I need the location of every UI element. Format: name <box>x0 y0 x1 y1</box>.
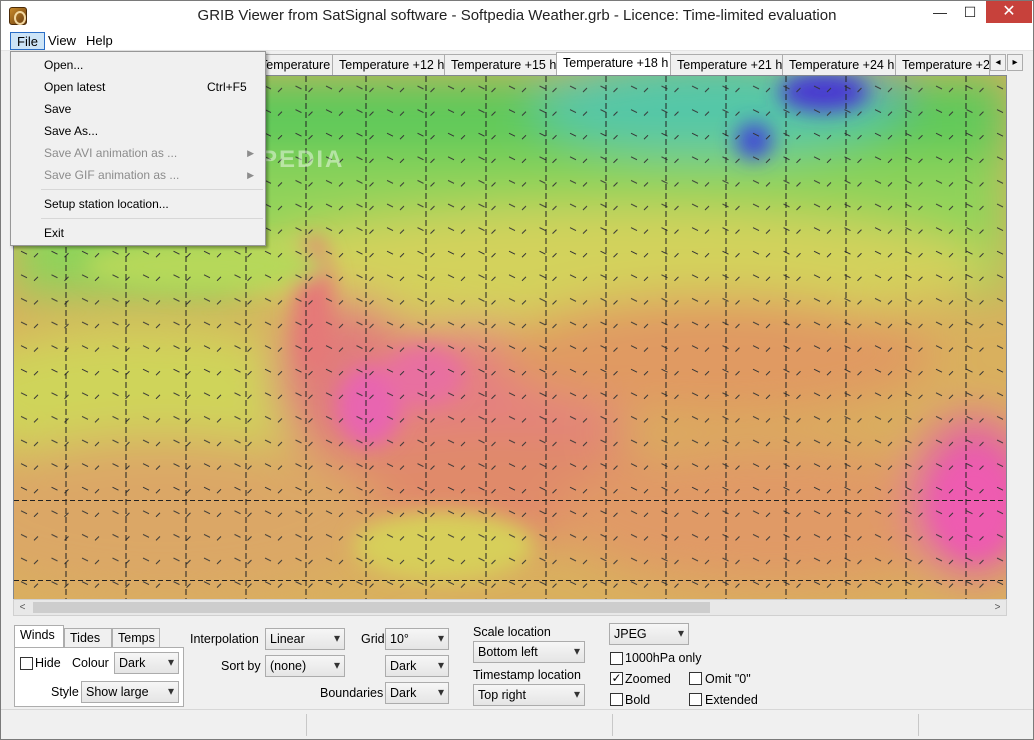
menu-exit[interactable]: Exit <box>12 222 264 244</box>
sort-by-label: Sort by <box>221 659 261 673</box>
tab-temperature-12h[interactable]: Temperature +12 h <box>332 54 445 75</box>
app-window: GRIB Viewer from SatSignal software - So… <box>0 0 1034 740</box>
winds-panel: Hide Colour Dark Style Show large <box>14 647 184 707</box>
status-bar <box>1 709 1033 739</box>
interpolation-label: Interpolation <box>190 632 259 646</box>
omit-zero-label: Omit "0" <box>705 672 751 686</box>
zoomed-checkbox[interactable]: ✓ <box>610 672 623 685</box>
menu-separator <box>41 189 263 190</box>
hpa-only-checkbox[interactable] <box>610 652 623 665</box>
menu-save[interactable]: Save <box>12 98 264 120</box>
menu-separator <box>41 218 263 219</box>
menu-open-label: Open... <box>44 58 84 72</box>
menu-save-as-label: Save As... <box>44 124 99 138</box>
menu-save-gif: Save GIF animation as ... ▶ <box>12 164 264 186</box>
extended-checkbox[interactable] <box>689 693 702 706</box>
menu-open-latest-shortcut: Ctrl+F5 <box>207 80 247 94</box>
scale-location-select[interactable]: Bottom left <box>473 641 585 663</box>
minimize-button[interactable]: — <box>925 1 955 23</box>
zoomed-label: Zoomed <box>625 672 671 686</box>
tab-scroll-right-button[interactable]: ▸ <box>1007 54 1023 71</box>
scroll-right-arrow-icon[interactable]: > <box>989 600 1006 615</box>
scale-location-label: Scale location <box>473 625 551 639</box>
tab-temperature-15h[interactable]: Temperature +15 h <box>444 54 557 75</box>
hpa-only-label: 1000hPa only <box>625 651 702 665</box>
submenu-arrow-icon: ▶ <box>247 148 254 158</box>
scroll-left-arrow-icon[interactable]: < <box>14 600 31 615</box>
scrollbar-thumb[interactable] <box>33 602 710 613</box>
image-format-select[interactable]: JPEG <box>609 623 689 645</box>
menu-open[interactable]: Open... <box>12 54 264 76</box>
menu-setup-station[interactable]: Setup station location... <box>12 193 264 215</box>
tab-temperature-18h[interactable]: Temperature +18 h <box>556 52 671 75</box>
colour-select[interactable]: Dark <box>114 652 179 674</box>
close-button[interactable]: ✕ <box>986 1 1032 23</box>
menu-open-latest[interactable]: Open latest Ctrl+F5 <box>12 76 264 98</box>
menu-save-gif-label: Save GIF animation as ... <box>44 168 180 182</box>
menu-view[interactable]: View <box>42 32 82 50</box>
menu-open-latest-label: Open latest <box>44 80 106 94</box>
control-panel: Winds Tides Temps Hide Colour Dark Style… <box>1 619 1033 719</box>
omit-zero-checkbox[interactable] <box>689 672 702 685</box>
grid-select[interactable]: 10° <box>385 628 449 650</box>
submenu-arrow-icon: ▶ <box>247 170 254 180</box>
boundaries-select[interactable]: Dark <box>385 682 449 704</box>
status-divider <box>918 714 919 736</box>
window-title: GRIB Viewer from SatSignal software - So… <box>197 7 837 24</box>
menu-save-as[interactable]: Save As... <box>12 120 264 142</box>
menu-exit-label: Exit <box>44 226 65 240</box>
timestamp-location-label: Timestamp location <box>473 668 581 682</box>
tab-tides[interactable]: Tides <box>64 628 112 647</box>
menu-save-avi: Save AVI animation as ... ▶ <box>12 142 264 164</box>
bold-label: Bold <box>625 693 651 707</box>
file-menu-dropdown: Open... Open latest Ctrl+F5 Save Save As.… <box>10 51 266 246</box>
menu-save-avi-label: Save AVI animation as ... <box>44 146 178 160</box>
tab-temperature-21h[interactable]: Temperature +21 h <box>670 54 783 75</box>
maximize-button[interactable]: ☐ <box>955 1 985 23</box>
status-divider <box>306 714 307 736</box>
tab-temperature-24h[interactable]: Temperature +24 h <box>782 54 896 75</box>
interpolation-select[interactable]: Linear <box>265 628 345 650</box>
tab-winds[interactable]: Winds <box>14 625 64 647</box>
menu-save-label: Save <box>44 102 72 116</box>
tab-temps[interactable]: Temps <box>112 628 160 647</box>
hide-checkbox[interactable] <box>20 657 33 670</box>
bold-checkbox[interactable] <box>610 693 623 706</box>
menu-setup-station-label: Setup station location... <box>44 197 169 211</box>
menu-help[interactable]: Help <box>80 32 119 50</box>
tab-scroll-left-button[interactable]: ◂ <box>990 54 1006 71</box>
title-bar: GRIB Viewer from SatSignal software - So… <box>1 1 1033 31</box>
tab-temperature-27h[interactable]: Temperature +2 <box>895 54 990 75</box>
style-label: Style <box>51 685 79 699</box>
map-horizontal-scrollbar[interactable]: < > <box>13 599 1007 616</box>
timestamp-location-select[interactable]: Top right <box>473 684 585 706</box>
status-divider <box>612 714 613 736</box>
menu-file[interactable]: File <box>10 32 45 50</box>
grid-colour-select[interactable]: Dark <box>385 655 449 677</box>
menu-bar: File View Help <box>1 31 1033 51</box>
grid-label: Grid <box>361 632 385 646</box>
extended-label: Extended <box>705 693 758 707</box>
style-select[interactable]: Show large <box>81 681 179 703</box>
boundaries-label: Boundaries <box>320 686 384 700</box>
sort-by-select[interactable]: (none) <box>265 655 345 677</box>
colour-label: Colour <box>72 656 109 670</box>
hide-label: Hide <box>35 656 61 670</box>
